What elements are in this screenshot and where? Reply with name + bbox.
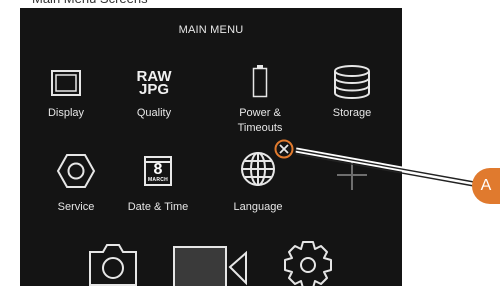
menu-item-quality[interactable]: RAW JPG Quality <box>112 66 196 136</box>
main-menu-screen: MAIN MENU Display RAW JPG Quality Power … <box>20 8 402 286</box>
menu-item-label: Language <box>233 201 283 213</box>
menu-item-label: Storage <box>332 107 372 119</box>
menu-title: MAIN MENU <box>178 24 244 36</box>
jpg-text: JPG <box>138 81 169 98</box>
menu-item-label: Date & Time <box>127 201 189 213</box>
raw-jpg-icon: RAW JPG <box>112 68 196 98</box>
menu-item-label: Power & Timeouts <box>237 107 283 134</box>
menu-item-power-timeouts[interactable]: Power & Timeouts <box>218 62 302 142</box>
settings-icon[interactable] <box>282 238 334 286</box>
menu-item-label: Service <box>57 201 95 213</box>
menu-item-label: Display <box>47 107 85 119</box>
menu-item-label: Quality <box>136 107 172 119</box>
menu-item-storage[interactable]: Storage <box>310 64 394 136</box>
storage-icon <box>310 64 394 100</box>
menu-item-date-time[interactable]: 8 MARCH Date & Time <box>116 151 200 221</box>
callout-badge: A <box>472 168 500 204</box>
menu-item-language[interactable]: Language <box>216 149 300 221</box>
video-icon[interactable] <box>172 244 250 286</box>
camera-icon[interactable] <box>86 240 140 286</box>
calendar-icon: 8 MARCH <box>116 152 200 190</box>
calendar-day: 8 <box>153 161 163 178</box>
menu-item-service[interactable]: Service <box>34 151 118 221</box>
add-icon <box>310 158 394 192</box>
calendar-strip <box>146 158 170 163</box>
menu-item-add[interactable] <box>310 158 394 198</box>
battery-icon <box>218 62 302 100</box>
calendar-month: MARCH <box>147 177 169 183</box>
cropped-top-text: Main Menu Screens <box>0 0 200 8</box>
menu-item-display[interactable]: Display <box>24 66 108 136</box>
display-icon <box>24 66 108 100</box>
remove-icon[interactable] <box>274 139 294 159</box>
service-icon <box>34 151 118 191</box>
